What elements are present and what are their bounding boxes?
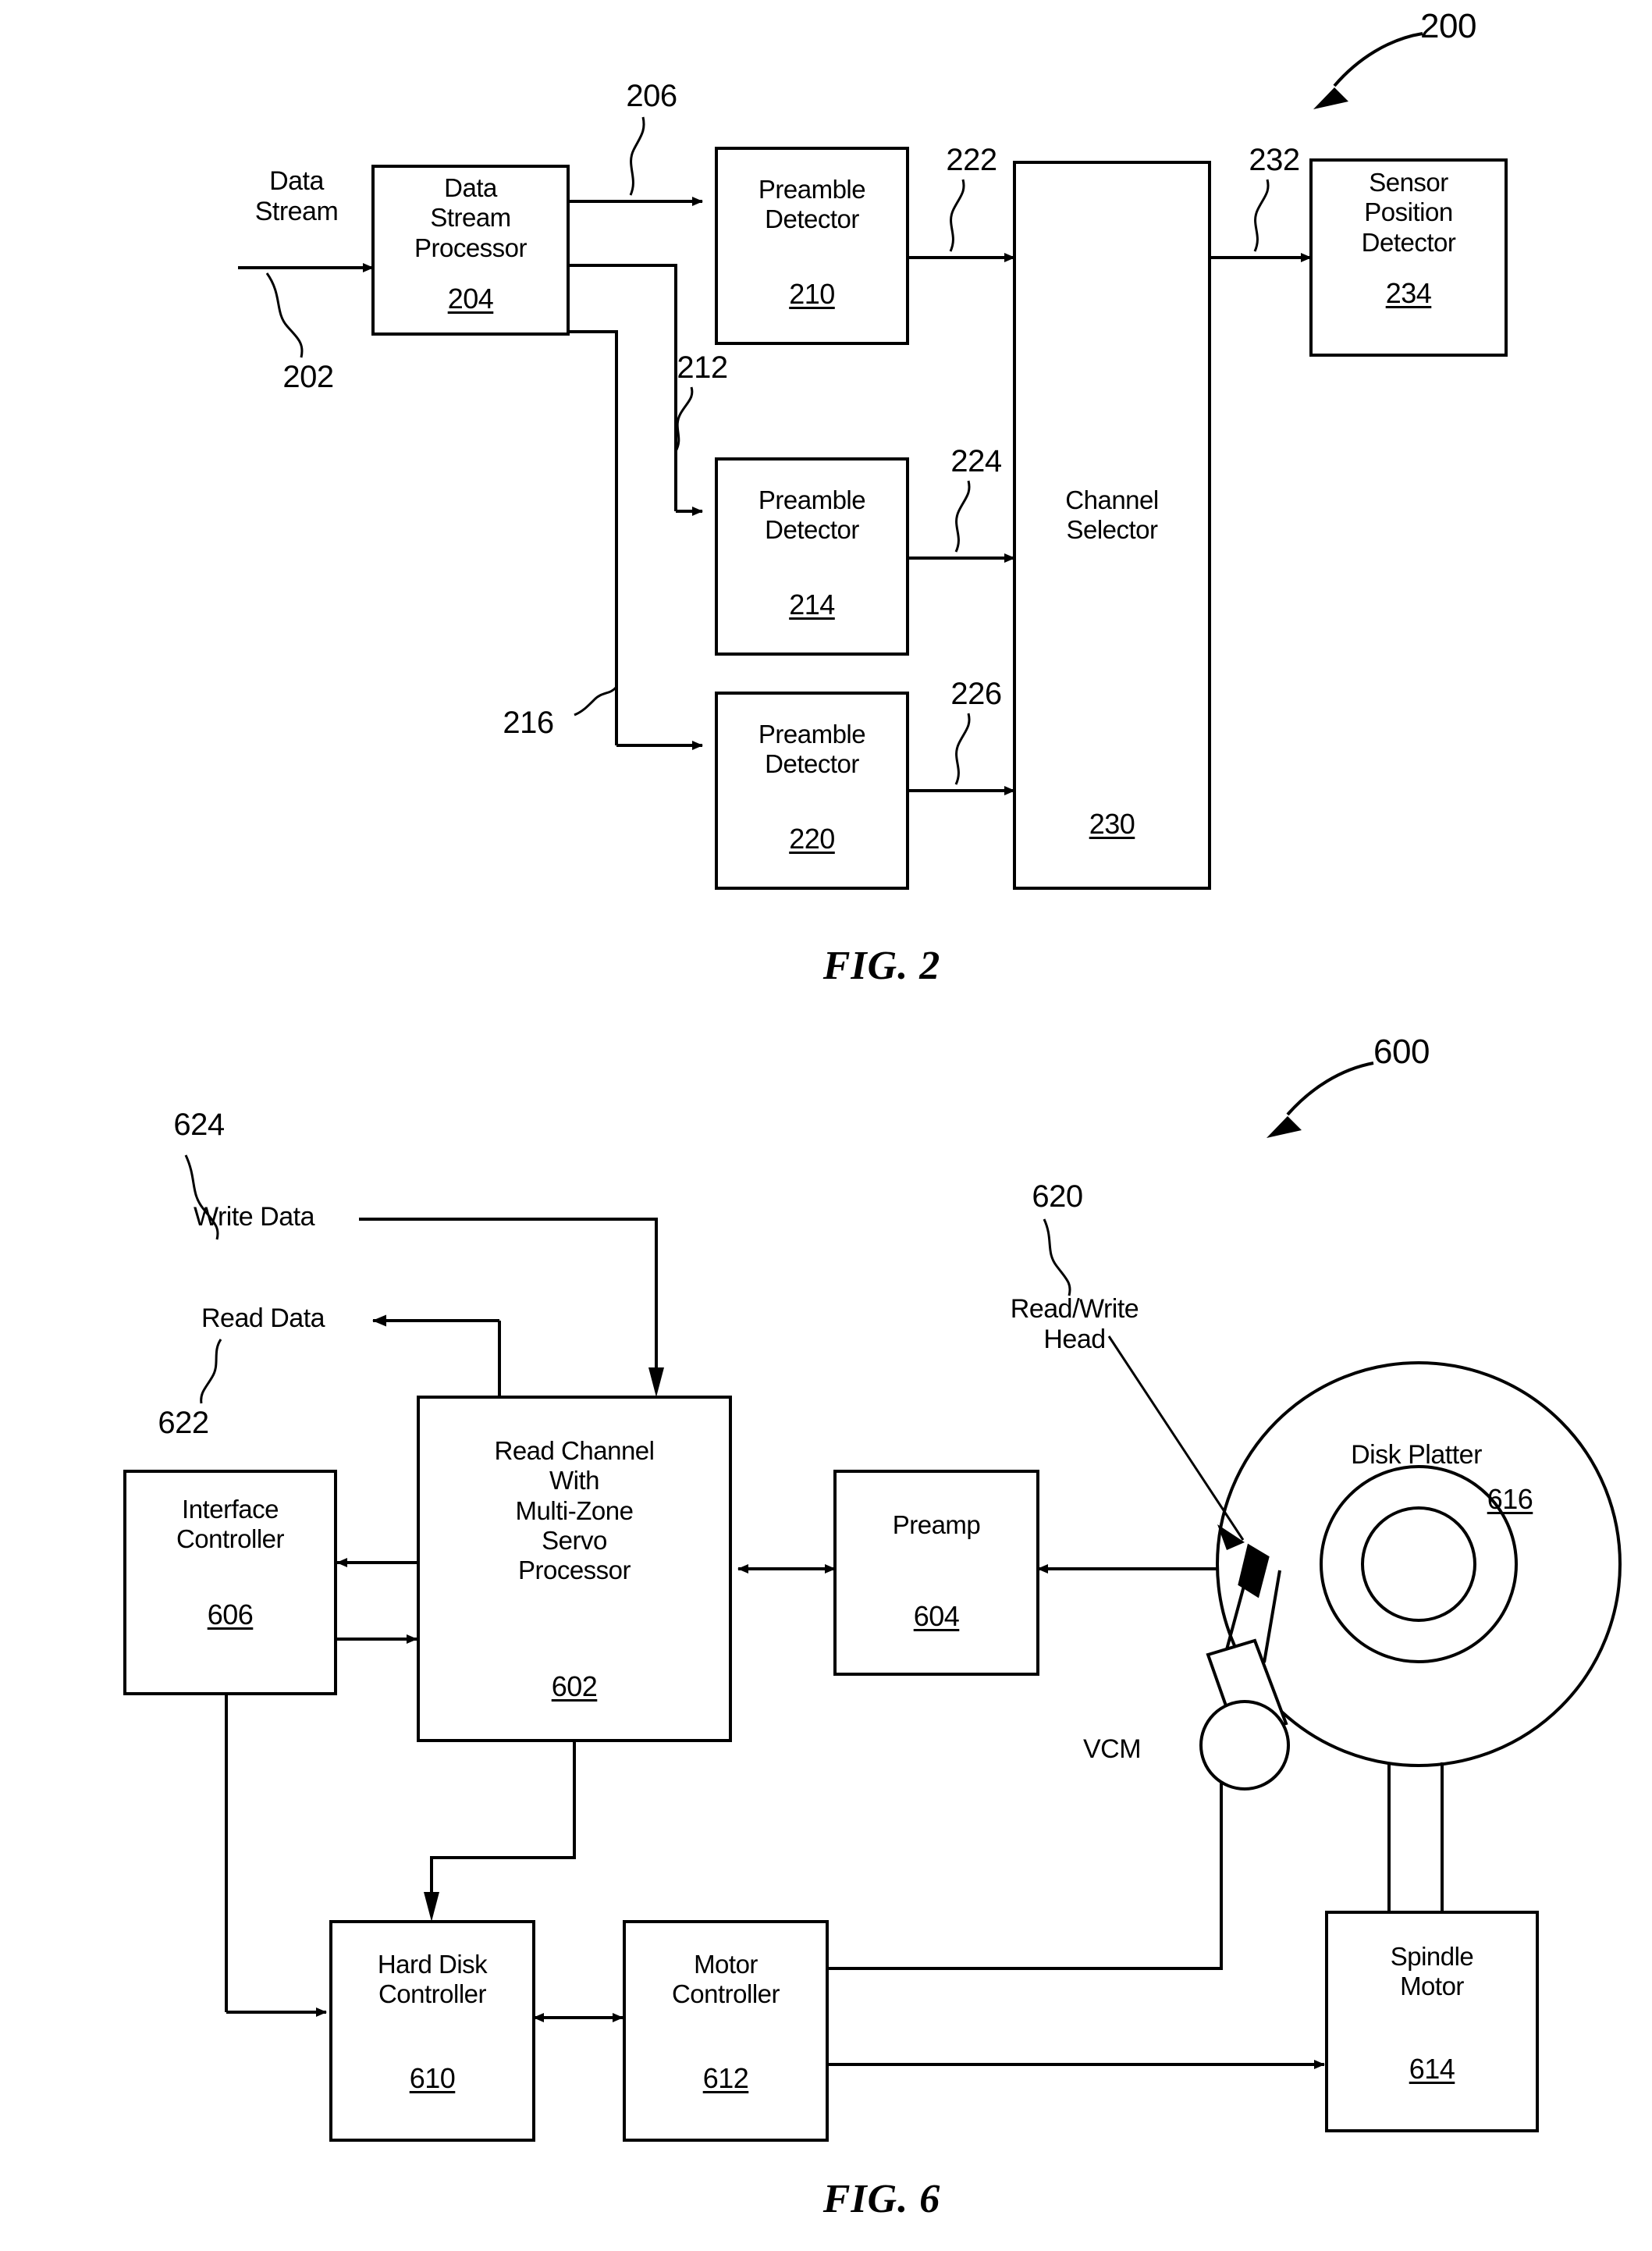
fig6-ref-620: 620 [1032, 1179, 1083, 1214]
preamble-detector-210-label: Preamble Detector [758, 175, 866, 234]
hard-disk-controller-ref: 610 [409, 2062, 456, 2094]
fig6-ref-624: 624 [173, 1108, 225, 1142]
fig2-system-ref: 200 [1420, 7, 1476, 45]
preamp-label: Preamp [892, 1510, 981, 1539]
data-stream-processor-label: Data Stream Processor [414, 173, 528, 262]
channel-selector-label: Channel Selector [1065, 485, 1159, 545]
sensor-position-detector-label: Sensor Position Detector [1361, 168, 1456, 257]
sensor-position-detector-ref: 234 [1385, 277, 1432, 309]
fig2-caption: FIG. 2 [822, 944, 941, 988]
fig2-data-stream-input-label: Data Stream [254, 166, 339, 227]
spindle-motor-label: Spindle Motor [1390, 1942, 1474, 2001]
write-data-label: Write Data [194, 1202, 314, 1232]
disk-platter-label: Disk Platter [1351, 1440, 1482, 1470]
fig6-system-ref: 600 [1373, 1033, 1430, 1071]
interface-controller-ref: 606 [207, 1598, 254, 1630]
spindle-motor-ref: 614 [1409, 2053, 1455, 2085]
vcm-label: VCM [1083, 1734, 1142, 1764]
fig2-ref-224: 224 [950, 444, 1002, 478]
fig2-ref-212: 212 [677, 350, 728, 385]
interface-controller-label: Interface Controller [176, 1495, 285, 1554]
channel-selector-ref: 230 [1089, 808, 1135, 840]
motor-controller-ref: 612 [702, 2062, 749, 2094]
fig6-ref-622: 622 [158, 1406, 209, 1440]
motor-controller-label: Motor Controller [671, 1950, 780, 2009]
preamble-detector-220-label: Preamble Detector [758, 720, 866, 779]
read-data-label: Read Data [201, 1303, 325, 1333]
data-stream-processor-ref: 204 [447, 283, 494, 315]
fig2-ref-202: 202 [282, 360, 334, 394]
fig2-ref-206: 206 [626, 79, 677, 113]
preamble-detector-214-label: Preamble Detector [758, 485, 866, 545]
fig6-caption: FIG. 6 [822, 2177, 941, 2221]
fig2-ref-216: 216 [503, 706, 554, 740]
patent-figure-sheet: 200 Data Stream 202 206 212 216 222 224 2… [0, 0, 1652, 2251]
read-write-head-label: Read/Write Head [1010, 1294, 1139, 1355]
read-channel-ref: 602 [551, 1670, 598, 1702]
read-channel-label: Read Channel With Multi-Zone Servo Processor [494, 1436, 655, 1585]
preamble-detector-214-ref: 214 [789, 589, 835, 621]
disk-platter-ref: 616 [1487, 1483, 1533, 1515]
preamble-detector-210-ref: 210 [789, 278, 835, 310]
fig2-ref-226: 226 [950, 677, 1002, 711]
preamble-detector-220-ref: 220 [789, 823, 835, 855]
fig2-ref-222: 222 [946, 143, 997, 177]
diagram-lines-layer [123, 32, 1622, 2142]
fig2-ref-232: 232 [1249, 143, 1300, 177]
hard-disk-controller-label: Hard Disk Controller [377, 1950, 488, 2009]
preamp-ref: 604 [913, 1600, 960, 1632]
